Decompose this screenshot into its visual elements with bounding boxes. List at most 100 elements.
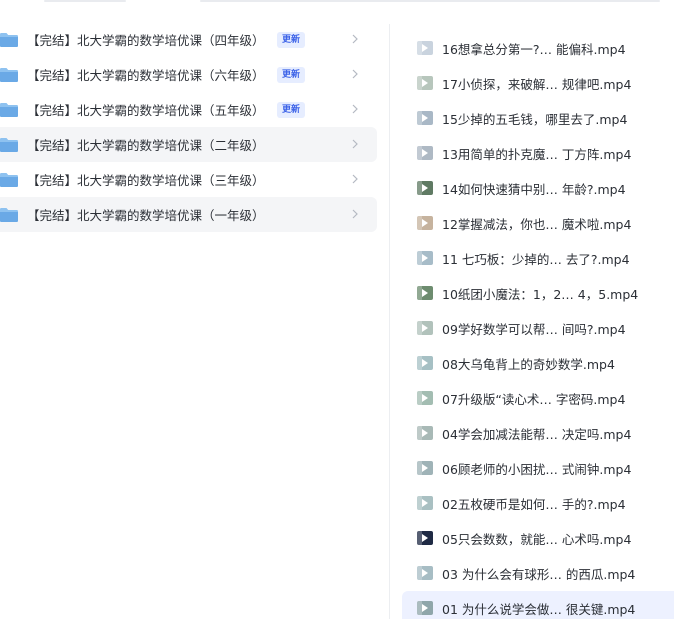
video-file-icon	[417, 391, 433, 405]
play-icon	[422, 534, 428, 542]
play-icon	[422, 324, 428, 332]
folder-item[interactable]: 【完结】北大学霸的数学培优课（六年级） 更新	[0, 57, 377, 92]
play-icon	[422, 464, 428, 472]
folder-item[interactable]: 【完结】北大学霸的数学培优课（一年级）	[0, 197, 377, 232]
folder-name: 【完结】北大学霸的数学培优课（二年级）	[27, 138, 265, 153]
video-file-icon	[417, 461, 433, 475]
folder-name: 【完结】北大学霸的数学培优课（六年级）	[27, 68, 265, 83]
file-name: 13用简单的扑克魔… 丁方阵.mp4	[442, 147, 632, 162]
folder-icon	[0, 103, 18, 117]
folder-item[interactable]: 【完结】北大学霸的数学培优课（二年级）	[0, 127, 377, 162]
file-item[interactable]: 13用简单的扑克魔… 丁方阵.mp4	[402, 136, 674, 171]
play-icon	[422, 499, 428, 507]
file-item[interactable]: 06顾老师的小困扰… 式闹钟.mp4	[402, 451, 674, 486]
update-badge: 更新	[277, 32, 306, 48]
chevron-right-icon[interactable]	[350, 138, 360, 150]
file-item[interactable]: 15少掉的五毛钱，哪里去了.mp4	[402, 101, 674, 136]
file-name: 16想拿总分第一?… 能偏科.mp4	[442, 42, 626, 57]
file-name: 05只会数数，就能… 心术吗.mp4	[442, 532, 632, 547]
file-list: 16想拿总分第一?… 能偏科.mp4 17小侦探，来破解… 规律吧.mp4 15…	[402, 31, 674, 619]
file-item[interactable]: 16想拿总分第一?… 能偏科.mp4	[402, 31, 674, 66]
video-file-icon	[417, 146, 433, 160]
folder-name: 【完结】北大学霸的数学培优课（四年级）	[27, 33, 265, 48]
file-name: 15少掉的五毛钱，哪里去了.mp4	[442, 112, 628, 127]
chevron-right-icon[interactable]	[350, 208, 360, 220]
play-icon	[422, 394, 428, 402]
play-icon	[422, 44, 428, 52]
file-name: 07升级版“读心术… 字密码.mp4	[442, 392, 626, 407]
update-badge: 更新	[277, 102, 306, 118]
folder-item[interactable]: 【完结】北大学霸的数学培优课（五年级） 更新	[0, 92, 377, 127]
folder-item[interactable]: 【完结】北大学霸的数学培优课（三年级）	[0, 162, 377, 197]
file-name: 09学好数学可以帮… 间吗?.mp4	[442, 322, 626, 337]
folder-name: 【完结】北大学霸的数学培优课（五年级）	[27, 103, 265, 118]
file-item[interactable]: 17小侦探，来破解… 规律吧.mp4	[402, 66, 674, 101]
file-name: 02五枚硬币是如何… 手的?.mp4	[442, 497, 626, 512]
play-icon	[422, 219, 428, 227]
file-item[interactable]: 09学好数学可以帮… 间吗?.mp4	[402, 311, 674, 346]
file-name: 03 为什么会有球形… 的西瓜.mp4	[442, 567, 636, 582]
play-icon	[422, 604, 428, 612]
file-name: 11 七巧板：少掉的… 去了?.mp4	[442, 252, 630, 267]
play-icon	[422, 569, 428, 577]
video-file-icon	[417, 76, 433, 90]
video-file-icon	[417, 496, 433, 510]
file-item[interactable]: 14如何快速猜中别… 年龄?.mp4	[402, 171, 674, 206]
folder-list: 【完结】北大学霸的数学培优课（四年级） 更新 【完结】北大学霸的数学培优课（六年…	[0, 22, 380, 232]
file-browser: 【完结】北大学霸的数学培优课（四年级） 更新 【完结】北大学霸的数学培优课（六年…	[0, 0, 674, 619]
play-icon	[422, 289, 428, 297]
file-item[interactable]: 02五枚硬币是如何… 手的?.mp4	[402, 486, 674, 521]
file-name: 10纸团小魔法：1，2… 4，5.mp4	[442, 287, 639, 302]
file-name: 12掌握减法，你也… 魔术啦.mp4	[442, 217, 632, 232]
video-file-icon	[417, 426, 433, 440]
play-icon	[422, 429, 428, 437]
video-file-icon	[417, 41, 433, 55]
file-item[interactable]: 01 为什么说学会做… 很关键.mp4	[402, 591, 674, 619]
chevron-right-icon[interactable]	[350, 173, 360, 185]
file-item[interactable]: 11 七巧板：少掉的… 去了?.mp4	[402, 241, 674, 276]
folder-icon	[0, 208, 18, 222]
folder-icon	[0, 33, 18, 47]
file-item[interactable]: 03 为什么会有球形… 的西瓜.mp4	[402, 556, 674, 591]
file-item[interactable]: 04学会加减法能帮… 决定吗.mp4	[402, 416, 674, 451]
folder-name: 【完结】北大学霸的数学培优课（三年级）	[27, 173, 265, 188]
file-name: 17小侦探，来破解… 规律吧.mp4	[442, 77, 632, 92]
file-name: 04学会加减法能帮… 决定吗.mp4	[442, 427, 632, 442]
video-file-icon	[417, 251, 433, 265]
update-badge: 更新	[277, 67, 306, 83]
file-item[interactable]: 10纸团小魔法：1，2… 4，5.mp4	[402, 276, 674, 311]
video-file-icon	[417, 181, 433, 195]
folder-icon	[0, 173, 18, 187]
top-toolbar-strip	[0, 0, 674, 4]
video-file-icon	[417, 601, 433, 615]
chevron-right-icon[interactable]	[350, 103, 360, 115]
file-item[interactable]: 08大乌龟背上的奇妙数学.mp4	[402, 346, 674, 381]
video-file-icon	[417, 321, 433, 335]
file-item[interactable]: 12掌握减法，你也… 魔术啦.mp4	[402, 206, 674, 241]
play-icon	[422, 359, 428, 367]
pane-divider	[389, 24, 390, 619]
chevron-right-icon[interactable]	[350, 68, 360, 80]
folder-name: 【完结】北大学霸的数学培优课（一年级）	[27, 208, 265, 223]
file-item[interactable]: 05只会数数，就能… 心术吗.mp4	[402, 521, 674, 556]
chevron-right-icon[interactable]	[350, 33, 360, 45]
folder-item[interactable]: 【完结】北大学霸的数学培优课（四年级） 更新	[0, 22, 377, 57]
video-file-icon	[417, 531, 433, 545]
video-file-icon	[417, 111, 433, 125]
folder-icon	[0, 68, 18, 82]
video-file-icon	[417, 566, 433, 580]
video-file-icon	[417, 286, 433, 300]
file-name: 01 为什么说学会做… 很关键.mp4	[442, 602, 636, 617]
play-icon	[422, 149, 428, 157]
play-icon	[422, 114, 428, 122]
play-icon	[422, 184, 428, 192]
video-file-icon	[417, 356, 433, 370]
play-icon	[422, 79, 428, 87]
file-name: 06顾老师的小困扰… 式闹钟.mp4	[442, 462, 632, 477]
file-name: 14如何快速猜中别… 年龄?.mp4	[442, 182, 626, 197]
folder-icon	[0, 138, 18, 152]
play-icon	[422, 254, 428, 262]
file-name: 08大乌龟背上的奇妙数学.mp4	[442, 357, 615, 372]
video-file-icon	[417, 216, 433, 230]
file-item[interactable]: 07升级版“读心术… 字密码.mp4	[402, 381, 674, 416]
